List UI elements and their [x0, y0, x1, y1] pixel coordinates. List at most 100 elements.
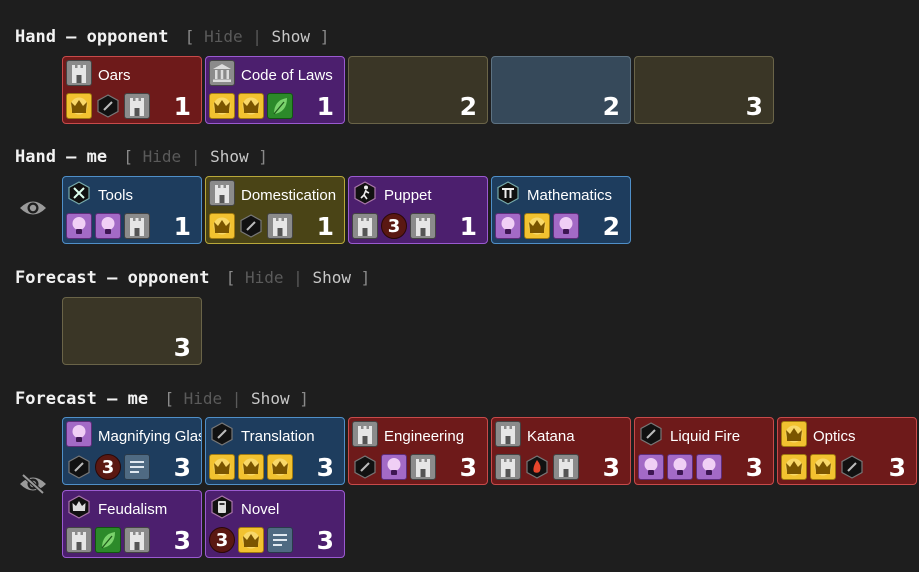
card[interactable]: Domestication 1	[205, 176, 345, 244]
eye-icon[interactable]	[19, 197, 47, 219]
separator: |	[231, 389, 242, 408]
card-icons	[66, 93, 150, 119]
hand-opponent-heading: Hand — opponent [ Hide | Show ]	[15, 27, 329, 47]
show-link[interactable]: Show	[312, 268, 351, 287]
card-icons	[66, 213, 150, 239]
crown-icon	[238, 93, 264, 119]
card-age: 3	[173, 333, 191, 362]
card[interactable]: Puppet 3 1	[348, 176, 488, 244]
lightbulb-icon	[495, 213, 521, 239]
bracket: [	[184, 27, 195, 46]
card-title: Katana	[527, 428, 575, 445]
card-title: Puppet	[384, 187, 432, 204]
card[interactable]: Tools 1	[62, 176, 202, 244]
card-age: 2	[602, 92, 620, 121]
card-title: Domestication	[241, 187, 337, 204]
leaf-icon	[95, 527, 121, 553]
show-link[interactable]: Show	[210, 147, 249, 166]
card-type-pi-hex-icon	[495, 180, 521, 206]
card-type-castle-icon	[495, 421, 521, 447]
card-icons	[352, 454, 436, 480]
card[interactable]: Code of Laws 1	[205, 56, 345, 124]
card-icons: 3	[209, 527, 293, 553]
card-icons	[638, 454, 722, 480]
card-icons: 3	[352, 213, 436, 239]
hide-link[interactable]: Hide	[184, 389, 223, 408]
hex-icon	[95, 93, 121, 119]
card-type-temple-icon	[209, 60, 235, 86]
card-title: Code of Laws	[241, 67, 333, 84]
castle-icon	[267, 213, 293, 239]
card-age: 2	[459, 92, 477, 121]
eye-off-icon[interactable]	[19, 473, 47, 495]
hide-link[interactable]: Hide	[204, 27, 243, 46]
forecast-me-row: Magnifying Glass 3 3 Translation 3 Engineerin…	[62, 417, 919, 562]
card-back[interactable]: 3	[634, 56, 774, 124]
card-back[interactable]: 2	[491, 56, 631, 124]
show-link[interactable]: Show	[251, 389, 290, 408]
card-age: 1	[173, 92, 191, 121]
castle-icon	[124, 93, 150, 119]
hide-link[interactable]: Hide	[245, 268, 284, 287]
card[interactable]: Optics 3	[777, 417, 917, 485]
separator: |	[293, 268, 303, 287]
hex-icon	[352, 454, 378, 480]
castle-icon	[124, 527, 150, 553]
lightbulb-icon	[95, 213, 121, 239]
card-title: Magnifying Glass	[98, 428, 202, 445]
card[interactable]: Translation 3	[205, 417, 345, 485]
crown-icon	[209, 454, 235, 480]
card[interactable]: Katana 3	[491, 417, 631, 485]
bracket: [	[123, 147, 134, 166]
hex-icon	[66, 454, 92, 480]
card-icons	[209, 454, 293, 480]
card[interactable]: Mathematics 2	[491, 176, 631, 244]
document-icon	[124, 454, 150, 480]
card[interactable]: Oars 1	[62, 56, 202, 124]
hand-opponent-row: Oars 1 Code of Laws 1 2 2 3	[62, 56, 919, 126]
separator: |	[190, 147, 201, 166]
castle-icon	[66, 527, 92, 553]
card-type-crown-icon	[781, 421, 807, 447]
card-age: 1	[316, 92, 334, 121]
castle-icon	[495, 454, 521, 480]
hide-link[interactable]: Hide	[143, 147, 182, 166]
crown-icon	[209, 213, 235, 239]
card-title: Feudalism	[98, 501, 168, 518]
lightbulb-icon	[381, 454, 407, 480]
bracket: ]	[258, 147, 268, 166]
card-type-lightbulb-icon	[66, 421, 92, 447]
card-icons: 3	[66, 454, 150, 480]
card-icons	[209, 93, 293, 119]
castle-icon	[352, 213, 378, 239]
card-age: 3	[745, 453, 763, 482]
card[interactable]: Liquid Fire 3	[634, 417, 774, 485]
card[interactable]: Feudalism 3	[62, 490, 202, 558]
card[interactable]: Magnifying Glass 3 3	[62, 417, 202, 485]
card-back[interactable]: 2	[348, 56, 488, 124]
card-age: 3	[459, 453, 477, 482]
castle-icon	[410, 454, 436, 480]
card-icons	[209, 213, 293, 239]
card[interactable]: Engineering 3	[348, 417, 488, 485]
echo-number-icon: 3	[209, 527, 235, 553]
card-type-castle-icon	[209, 180, 235, 206]
card-age: 3	[316, 453, 334, 482]
show-link[interactable]: Show	[272, 27, 311, 46]
card-type-tools-hex-icon	[66, 180, 92, 206]
card-title: Liquid Fire	[670, 428, 741, 445]
card-back[interactable]: 3	[62, 297, 202, 365]
crown-icon	[267, 454, 293, 480]
echo-number-icon: 3	[95, 454, 121, 480]
card-icons	[495, 213, 579, 239]
castle-icon	[410, 213, 436, 239]
card-icons	[66, 527, 150, 553]
card-type-crown-hex-icon	[66, 494, 92, 520]
leaf-icon	[267, 93, 293, 119]
card-title: Optics	[813, 428, 856, 445]
card-age: 3	[602, 453, 620, 482]
castle-icon	[553, 454, 579, 480]
card-age: 2	[602, 212, 620, 241]
card[interactable]: Novel 3 3	[205, 490, 345, 558]
lightbulb-icon	[66, 213, 92, 239]
